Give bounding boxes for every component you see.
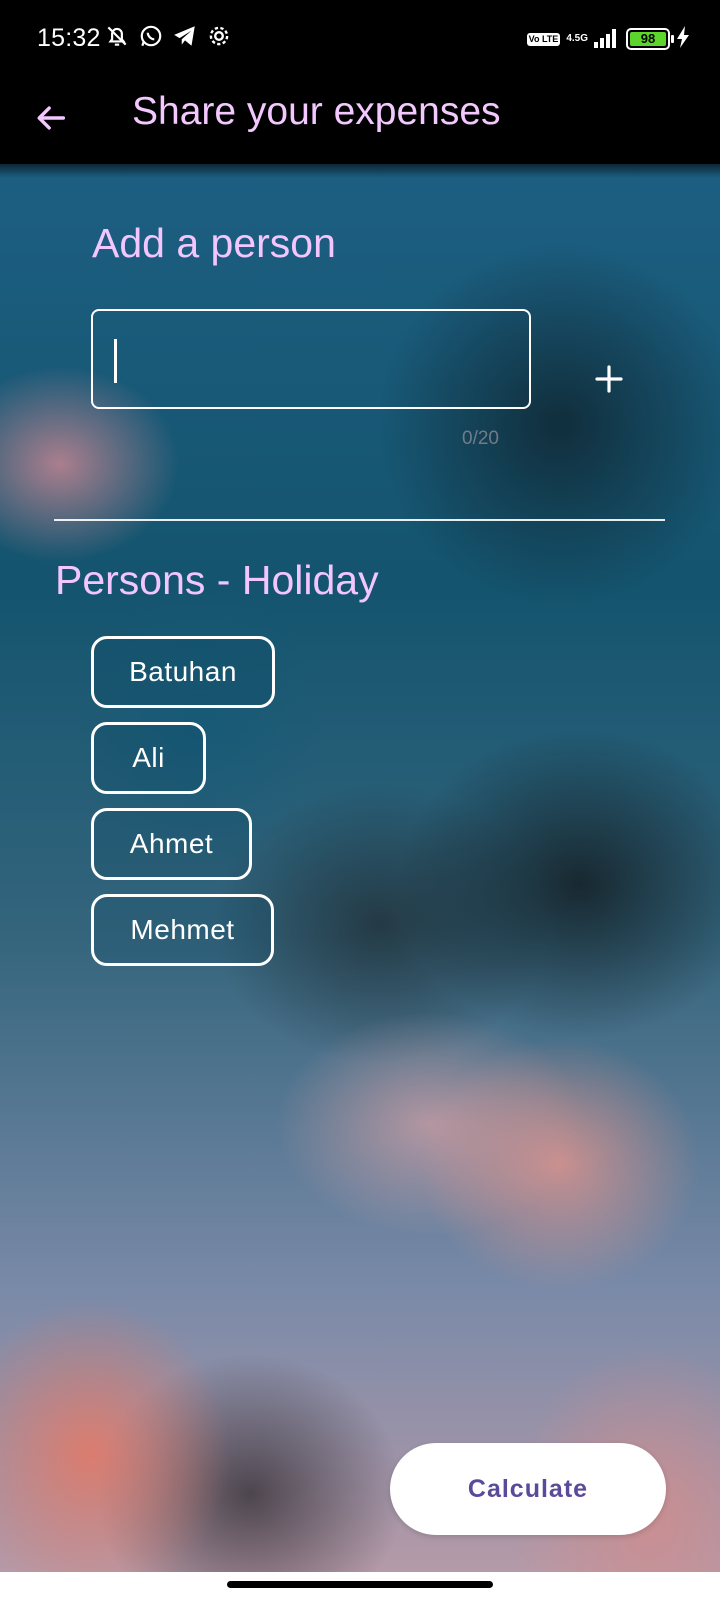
persons-title: Persons - Holiday — [55, 557, 379, 603]
settings-icon — [206, 23, 232, 54]
signal-icon — [594, 26, 620, 53]
back-button[interactable] — [28, 96, 76, 144]
navigation-bar — [0, 1572, 720, 1600]
person-chip[interactable]: Ahmet — [91, 808, 252, 880]
text-cursor — [114, 339, 117, 383]
volte-badge: Vo LTE — [526, 32, 561, 46]
section-divider — [54, 519, 665, 521]
page-title: Share your expenses — [132, 90, 501, 133]
person-chip[interactable]: Ali — [91, 722, 206, 794]
charging-icon — [676, 25, 690, 53]
person-name-input[interactable] — [93, 311, 529, 407]
calculate-button[interactable]: Calculate — [390, 1443, 666, 1535]
battery-level: 98 — [630, 32, 666, 46]
add-person-title: Add a person — [92, 220, 336, 266]
add-person-button[interactable] — [584, 356, 634, 406]
plus-icon — [594, 364, 624, 399]
home-indicator[interactable] — [227, 1581, 493, 1588]
bell-off-icon — [104, 23, 130, 54]
notification-icons — [104, 24, 232, 52]
telegram-icon — [172, 23, 198, 54]
status-bar: 15:32 Vo LTE 4.5G 98 — [0, 0, 720, 78]
battery-icon: 98 — [626, 28, 674, 50]
system-icons: Vo LTE 4.5G 98 — [526, 24, 690, 54]
app-bar: Share your expenses — [0, 78, 720, 164]
whatsapp-icon — [138, 23, 164, 54]
person-chip[interactable]: Mehmet — [91, 894, 274, 966]
arrow-left-icon — [35, 101, 69, 140]
person-chip[interactable]: Batuhan — [91, 636, 275, 708]
person-name-field[interactable] — [91, 309, 531, 409]
network-type: 4.5G — [566, 33, 588, 44]
character-counter: 0/20 — [462, 428, 499, 449]
status-time: 15:32 — [37, 24, 101, 52]
